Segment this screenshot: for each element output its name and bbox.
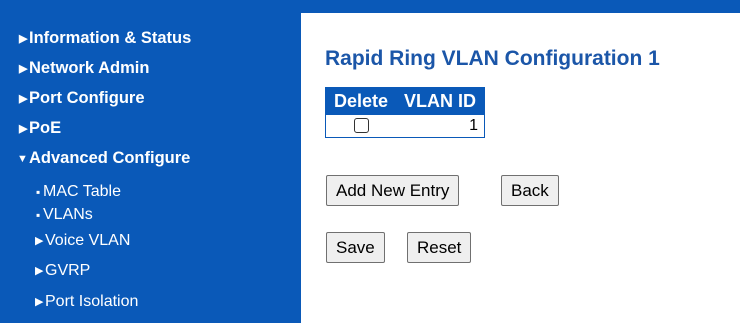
caret-right-icon: ▶	[19, 33, 28, 45]
bullet-icon: ▪	[36, 185, 41, 199]
caret-right-icon: ▶	[35, 296, 44, 308]
sidebar-item-label: Port Configure	[29, 89, 145, 107]
sidebar-subitem-label: Voice VLAN	[45, 232, 131, 249]
delete-cell	[326, 115, 397, 138]
page-title: Rapid Ring VLAN Configuration 1	[325, 47, 660, 70]
table-row: 1	[326, 115, 485, 138]
delete-checkbox[interactable]	[353, 118, 369, 134]
sidebar-subitem-label: GVRP	[45, 262, 91, 279]
caret-right-icon: ▶	[19, 93, 28, 105]
vlan-id-cell: 1	[469, 116, 479, 134]
main-content: Rapid Ring VLAN Configuration 1 Delete V…	[301, 13, 740, 323]
sidebar-subitem-gvrp[interactable]: ▶GVRP	[35, 262, 90, 280]
sidebar-subitem-label: VLANs	[43, 206, 93, 223]
bullet-icon: ▪	[36, 208, 41, 222]
column-header-delete: Delete	[325, 87, 397, 115]
sidebar-item-information-status[interactable]: ▶Information & Status	[19, 29, 191, 48]
column-header-vlan-id: VLAN ID	[396, 87, 485, 115]
sidebar-item-label: Information & Status	[29, 29, 192, 47]
back-button[interactable]: Back	[501, 175, 559, 206]
caret-right-icon: ▶	[35, 265, 44, 277]
sidebar-item-advanced-configure[interactable]: ▼Advanced Configure	[17, 149, 190, 168]
reset-button[interactable]: Reset	[407, 232, 472, 263]
top-banner-strip	[0, 0, 740, 13]
sidebar-item-label: Advanced Configure	[29, 149, 191, 167]
caret-right-icon: ▶	[19, 123, 28, 135]
sidebar-item-label: Network Admin	[29, 59, 150, 77]
add-new-entry-button[interactable]: Add New Entry	[326, 175, 460, 206]
caret-down-icon: ▼	[17, 153, 28, 165]
save-button[interactable]: Save	[326, 232, 385, 263]
sidebar-subitem-label: MAC Table	[43, 183, 121, 200]
sidebar-subitem-port-isolation[interactable]: ▶Port Isolation	[35, 293, 138, 311]
table-header-row: Delete VLAN ID	[325, 87, 485, 115]
sidebar-item-port-configure[interactable]: ▶Port Configure	[19, 89, 145, 108]
sidebar-item-network-admin[interactable]: ▶Network Admin	[19, 59, 149, 78]
sidebar-subitem-voice-vlan[interactable]: ▶Voice VLAN	[35, 232, 130, 250]
caret-right-icon: ▶	[19, 63, 28, 75]
sidebar: ▶Information & Status ▶Network Admin ▶Po…	[0, 13, 301, 323]
sidebar-subitem-vlans[interactable]: ▪ VLANs	[36, 206, 93, 224]
sidebar-item-label: PoE	[29, 119, 62, 137]
caret-right-icon: ▶	[35, 235, 44, 247]
sidebar-item-poe[interactable]: ▶PoE	[19, 119, 61, 138]
sidebar-subitem-mac-table[interactable]: ▪ MAC Table	[36, 183, 121, 201]
vlan-table: Delete VLAN ID 1	[325, 87, 486, 138]
sidebar-subitem-label: Port Isolation	[45, 293, 139, 310]
